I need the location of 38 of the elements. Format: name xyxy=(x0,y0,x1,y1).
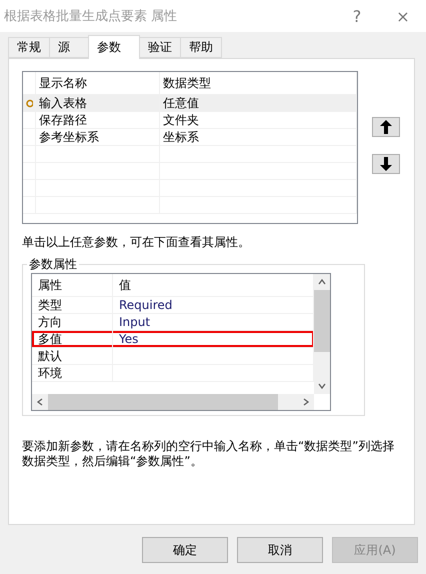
tab[interactable]: 帮助 xyxy=(180,37,222,58)
column-header[interactable]: 数据类型 xyxy=(160,72,357,94)
close-button[interactable]: × xyxy=(380,0,426,32)
move-up-button[interactable] xyxy=(372,117,400,137)
table-cell[interactable]: 方向 xyxy=(32,314,113,331)
scrollbar-thumb[interactable] xyxy=(314,290,330,352)
dialog-button[interactable]: 取消 xyxy=(237,537,323,563)
column-header[interactable]: 属性 xyxy=(32,274,113,297)
scroll-right-icon[interactable] xyxy=(302,398,310,406)
table-cell[interactable]: 参考坐标系 xyxy=(36,129,160,145)
help-button[interactable]: ? xyxy=(334,0,380,32)
window-title: 根据表格批量生成点要素 属性 xyxy=(4,8,178,25)
dialog-button[interactable]: 确定 xyxy=(142,537,228,563)
table-cell[interactable]: 文件夹 xyxy=(160,112,357,128)
table-cell[interactable]: 类型 xyxy=(32,297,113,314)
scrollbar-thumb[interactable] xyxy=(48,394,278,410)
group-title: 参数属性 xyxy=(28,256,78,273)
table-cell[interactable]: 多值 xyxy=(32,331,113,348)
column-header[interactable]: 显示名称 xyxy=(36,72,160,94)
tab[interactable]: 参数 xyxy=(88,35,140,59)
hint-text: 单击以上任意参数，可在下面查看其属性。 xyxy=(22,235,251,250)
tab[interactable]: 验证 xyxy=(139,37,181,58)
parameter-icon xyxy=(26,98,32,108)
scroll-left-icon[interactable] xyxy=(36,398,44,406)
table-cell[interactable]: 输入表格 xyxy=(36,95,160,111)
table-cell[interactable]: 默认 xyxy=(32,348,113,365)
hint-text: 要添加新参数，请在名称列的空行中输入名称，单击“数据类型”列选择数据类型，然后编辑“参数属性”。 xyxy=(22,439,396,469)
tab[interactable]: 源 xyxy=(49,37,89,58)
scroll-down-icon[interactable] xyxy=(318,382,326,390)
arrow-up-icon xyxy=(380,120,392,134)
arrow-down-icon xyxy=(380,157,392,171)
move-down-button[interactable] xyxy=(372,154,400,174)
table-cell[interactable]: 环境 xyxy=(32,365,113,382)
table-cell[interactable]: 保存路径 xyxy=(36,112,160,128)
scroll-up-icon[interactable] xyxy=(318,278,326,286)
table-cell[interactable]: 任意值 xyxy=(160,95,357,111)
tab[interactable]: 常规 xyxy=(8,37,50,58)
table-cell[interactable]: 坐标系 xyxy=(160,129,357,145)
